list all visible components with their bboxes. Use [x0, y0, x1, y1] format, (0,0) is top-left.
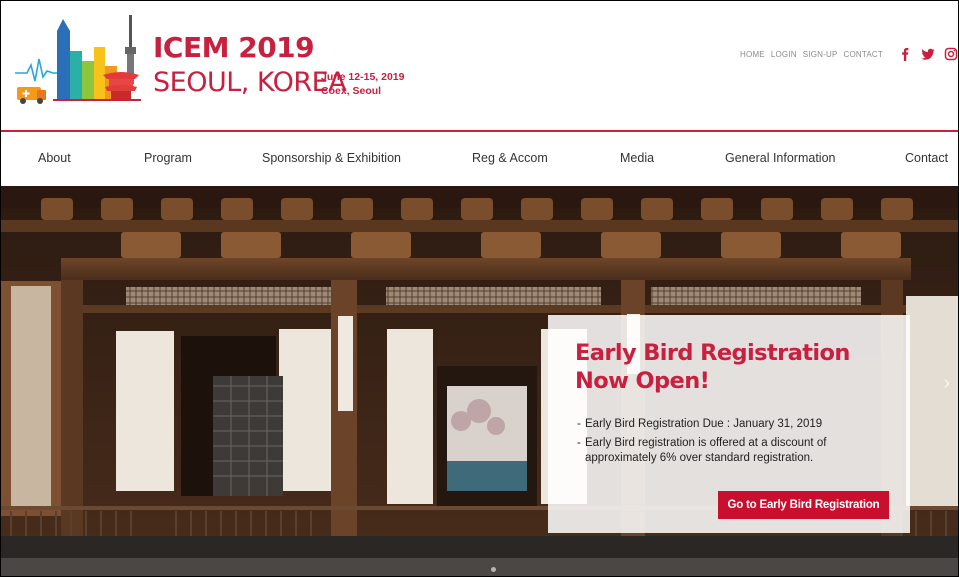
conference-location: SEOUL, KOREA: [153, 67, 347, 98]
nav-about[interactable]: About: [38, 151, 71, 165]
nav-sponsorship-exhibition[interactable]: Sponsorship & Exhibition: [262, 151, 401, 165]
topnav-login[interactable]: LOGIN: [771, 50, 797, 59]
nav-program[interactable]: Program: [144, 151, 192, 165]
nav-general-information[interactable]: General Information: [725, 151, 835, 165]
topnav-home[interactable]: HOME: [740, 50, 765, 59]
promo-details: Early Bird Registration Due : January 31…: [577, 417, 897, 470]
facebook-icon[interactable]: [898, 47, 912, 61]
promo-heading-line1: Early Bird Registration: [575, 340, 850, 366]
conference-logo[interactable]: [13, 11, 143, 111]
promo-bullet-discount: Early Bird registration is offered at a …: [577, 436, 897, 466]
nav-contact[interactable]: Contact: [905, 151, 948, 165]
twitter-icon[interactable]: [921, 47, 935, 61]
promo-bullet-deadline: Early Bird Registration Due : January 31…: [577, 417, 897, 432]
topnav-contact[interactable]: CONTACT: [844, 50, 883, 59]
early-bird-promo: Early Bird Registration Now Open! Early …: [548, 315, 910, 533]
instagram-icon[interactable]: [944, 47, 958, 61]
conference-date: June 12-15, 2019: [321, 71, 405, 83]
nav-media[interactable]: Media: [620, 151, 654, 165]
hero-banner: Early Bird Registration Now Open! Early …: [1, 186, 958, 576]
topnav-signup[interactable]: SIGN-UP: [803, 50, 838, 59]
page-frame: ICEM 2019 SEOUL, KOREA June 12-15, 2019 …: [0, 0, 959, 577]
conference-venue: Coex, Seoul: [321, 85, 382, 97]
promo-heading: Early Bird Registration Now Open!: [575, 339, 850, 395]
early-bird-registration-button[interactable]: Go to Early Bird Registration: [718, 491, 889, 519]
promo-heading-line2: Now Open!: [575, 368, 710, 394]
chevron-right-icon[interactable]: ›: [943, 372, 950, 395]
utility-nav: HOME LOGIN SIGN-UP CONTACT: [740, 46, 958, 62]
slider-dot[interactable]: [491, 567, 496, 572]
conference-title: ICEM 2019: [153, 31, 315, 64]
nav-reg-accom[interactable]: Reg & Accom: [472, 151, 548, 165]
site-header: ICEM 2019 SEOUL, KOREA June 12-15, 2019 …: [1, 1, 958, 132]
main-nav: About Program Sponsorship & Exhibition R…: [1, 132, 958, 186]
